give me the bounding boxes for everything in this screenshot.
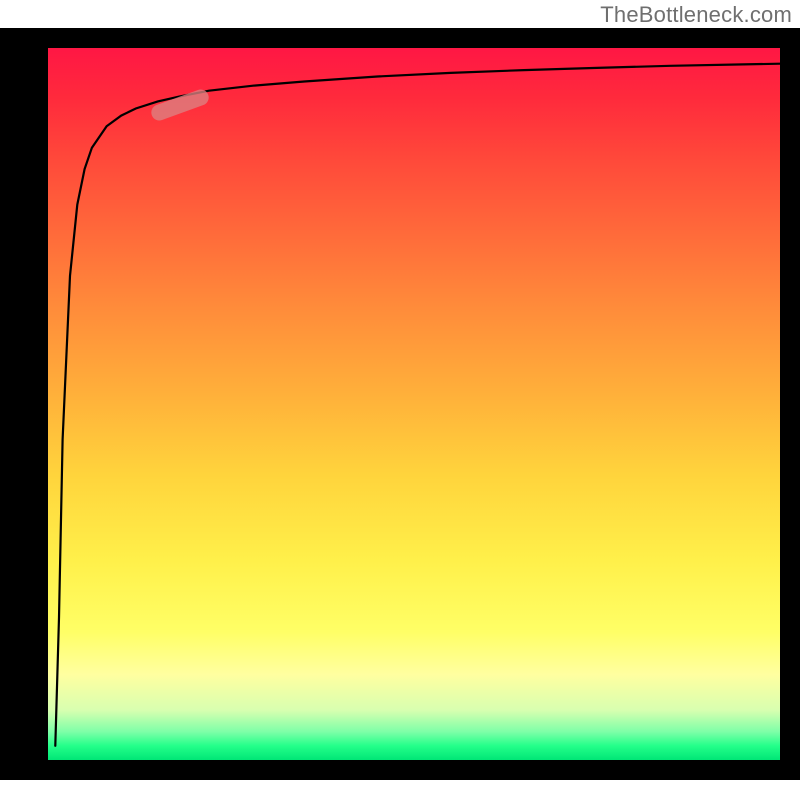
axis-frame-bottom [0,760,800,780]
chart-stage: TheBottleneck.com [0,0,800,800]
watermark-text: TheBottleneck.com [600,2,792,28]
axis-frame-right [780,28,800,780]
bottleneck-curve [55,64,780,746]
curve-layer [48,48,780,760]
axis-frame-left [0,28,48,780]
axis-frame-top [0,28,800,48]
